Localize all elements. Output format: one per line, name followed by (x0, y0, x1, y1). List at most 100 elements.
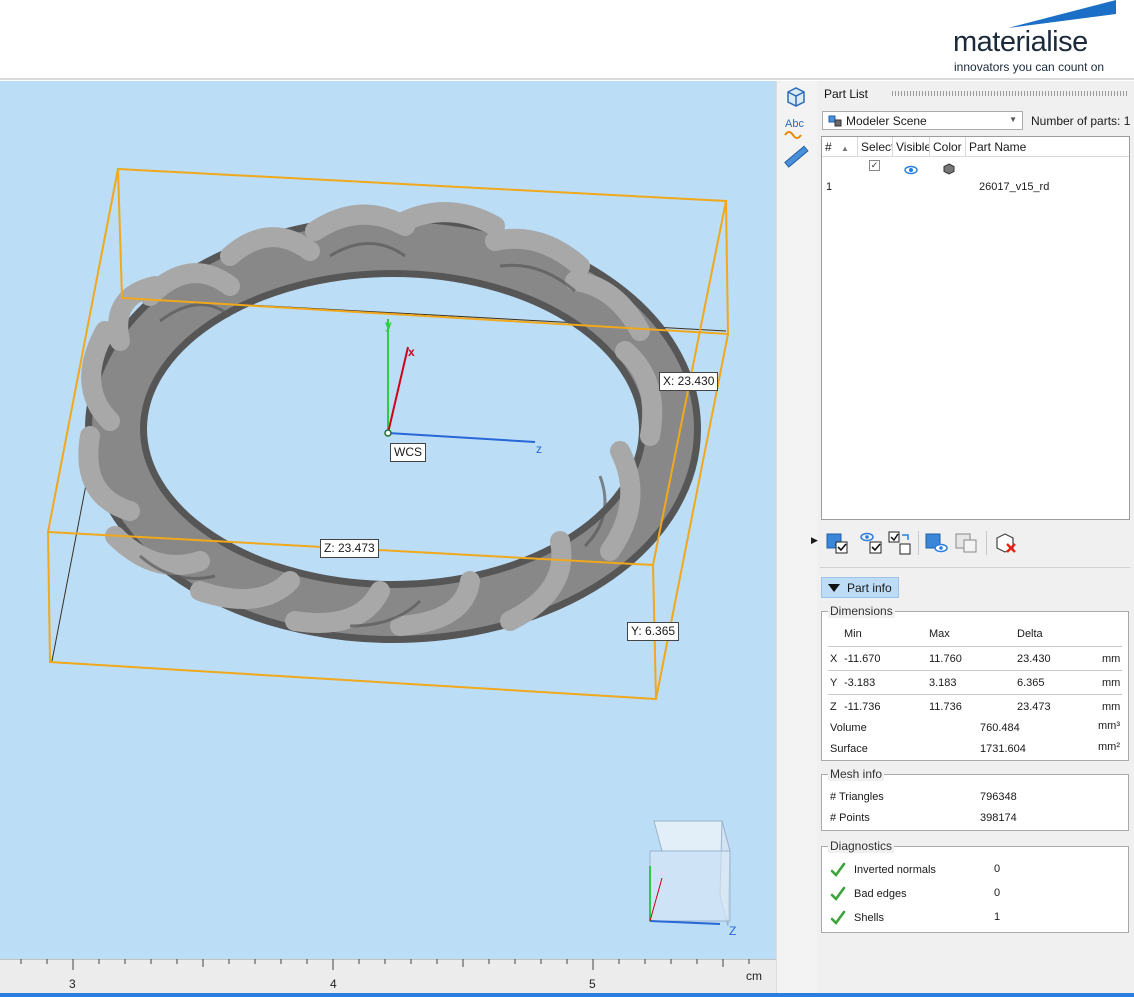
chevron-down-icon: ▼ (1009, 115, 1017, 124)
volume-label: Volume (830, 722, 867, 734)
ruler-unit: cm (746, 969, 762, 983)
dim-z-max: 11.736 (929, 701, 962, 713)
eye-icon[interactable] (904, 161, 918, 179)
dimensions-legend: Dimensions (828, 604, 895, 618)
section-divider (820, 567, 1130, 568)
dim-x-min: -11.670 (844, 653, 881, 665)
diag-shells-value: 1 (994, 911, 1001, 923)
dim-x-axis: X (830, 653, 838, 665)
toolbar-separator (986, 531, 987, 555)
show-selected-button[interactable] (858, 529, 886, 557)
svg-text:Abc: Abc (785, 118, 804, 130)
dim-y-delta: 6.365 (1017, 677, 1045, 689)
dimension-y-label: Y: 6.365 (627, 622, 680, 641)
wcs-triad (384, 319, 536, 443)
viewport-scene (46, 167, 731, 927)
select-all-button[interactable] (824, 529, 852, 557)
ruler-tick-label: 5 (589, 977, 596, 991)
dim-x-max: 11.760 (929, 653, 962, 665)
dim-divider (828, 694, 1122, 695)
row-part-name: 26017_v15_rd (979, 181, 1050, 193)
dimension-x-label: X: 23.430 (659, 372, 719, 391)
dim-y-max: 3.183 (929, 677, 957, 689)
show-all-parts-button[interactable] (923, 529, 951, 557)
points-value: 398174 (980, 812, 1017, 824)
toolbar-separator (918, 531, 919, 555)
sort-asc-icon: ▲ (841, 144, 849, 153)
row-select-checkbox[interactable]: ✓ (869, 160, 880, 171)
dim-y-min: -3.183 (844, 677, 876, 689)
mesh-info-group: Mesh info # Triangles 796348 # Points 39… (821, 767, 1129, 831)
scale-ruler: 3 4 5 cm (0, 959, 776, 993)
dim-header-delta: Delta (1017, 628, 1043, 640)
column-header-color[interactable]: Color (930, 137, 966, 157)
collapse-triangle-icon (828, 584, 840, 592)
delete-part-button[interactable] (992, 529, 1020, 557)
triangles-label: # Triangles (830, 791, 884, 803)
text-abc-icon[interactable]: Abc (782, 114, 810, 142)
dim-z-min: -11.736 (844, 701, 881, 713)
dim-divider (828, 646, 1122, 647)
number-of-parts-value: 1 (1123, 114, 1131, 128)
ruler-ticks (0, 959, 776, 970)
dim-y-axis: Y (830, 677, 838, 689)
column-header-visible[interactable]: Visible (893, 137, 930, 157)
navigation-cube[interactable] (649, 820, 731, 927)
scene-icon (828, 115, 842, 127)
column-header-index[interactable]: # ▲ (822, 137, 858, 157)
dim-z-axis: Z (830, 701, 837, 713)
ruler-tick-label: 3 (69, 977, 76, 991)
part-list-title: Part List (824, 87, 869, 101)
ring-model[interactable] (78, 202, 701, 643)
checkmark-icon (830, 886, 846, 901)
part-table: # ▲ Select Visible Color Part Name 1 ✓ 2… (821, 136, 1130, 520)
part-actions-toolbar: ▶ (811, 527, 1127, 561)
diag-inverted-normals-label: Inverted normals (854, 864, 936, 876)
ruler-tick-label: 4 (330, 977, 337, 991)
wcs-label: WCS (390, 443, 426, 462)
status-bar (0, 993, 1134, 997)
part-list-icon[interactable] (782, 83, 810, 111)
axis-y-label: y (385, 318, 392, 332)
measure-ruler-icon[interactable] (782, 143, 810, 171)
diag-shells-label: Shells (854, 912, 884, 924)
collapse-arrow-icon[interactable]: ▶ (811, 535, 818, 546)
part-list-panel: Part List Modeler Scene ▼ Number of part… (811, 81, 1134, 993)
part-info-toggle[interactable]: Part info (821, 577, 899, 598)
table-row[interactable]: 1 ✓ 26017_v15_rd (822, 157, 1129, 193)
brand-tagline: innovators you can count on (954, 60, 1105, 74)
hide-parts-button[interactable] (953, 529, 981, 557)
dim-x-unit: mm (1102, 653, 1121, 665)
number-of-parts: Number of parts: 1 (1031, 114, 1130, 128)
3d-viewport[interactable]: y x z WCS X: 23.430 Z: 23.473 Y: 6.365 Z (0, 81, 776, 959)
diag-bad-edges-value: 0 (994, 887, 1001, 899)
diag-bad-edges-label: Bad edges (854, 888, 907, 900)
diagnostics-legend: Diagnostics (828, 839, 895, 853)
dim-y-unit: mm (1102, 677, 1121, 689)
checkmark-icon (830, 910, 846, 925)
dimension-z-label: Z: 23.473 (320, 539, 379, 558)
nav-cube-axis-label: Z (729, 924, 737, 938)
surface-label: Surface (830, 743, 868, 755)
dim-z-unit: mm (1102, 701, 1121, 713)
column-header-part-name[interactable]: Part Name (966, 137, 1129, 157)
dim-z-delta: 23.473 (1017, 701, 1051, 713)
brand-header: materialise innovators you can count on (0, 0, 1134, 80)
dim-x-delta: 23.430 (1017, 653, 1051, 665)
volume-unit: mm³ (1098, 720, 1120, 732)
diagnostics-group: Diagnostics Inverted normals 0 Bad edges… (821, 839, 1129, 933)
materialise-logo-swoosh (1008, 0, 1116, 28)
dim-divider (828, 670, 1122, 671)
dim-header-min: Min (844, 628, 862, 640)
row-index: 1 (826, 181, 833, 193)
column-header-select[interactable]: Select (858, 137, 893, 157)
dim-header-max: Max (929, 628, 950, 640)
surface-value: 1731.604 (980, 743, 1026, 755)
invert-selection-button[interactable] (886, 529, 914, 557)
scene-select[interactable]: Modeler Scene ▼ (822, 111, 1023, 130)
color-swatch-icon[interactable] (943, 160, 955, 178)
mesh-info-legend: Mesh info (828, 767, 885, 781)
panel-grip[interactable] (892, 91, 1129, 96)
part-info-label: Part info (847, 581, 892, 595)
points-label: # Points (830, 812, 870, 824)
